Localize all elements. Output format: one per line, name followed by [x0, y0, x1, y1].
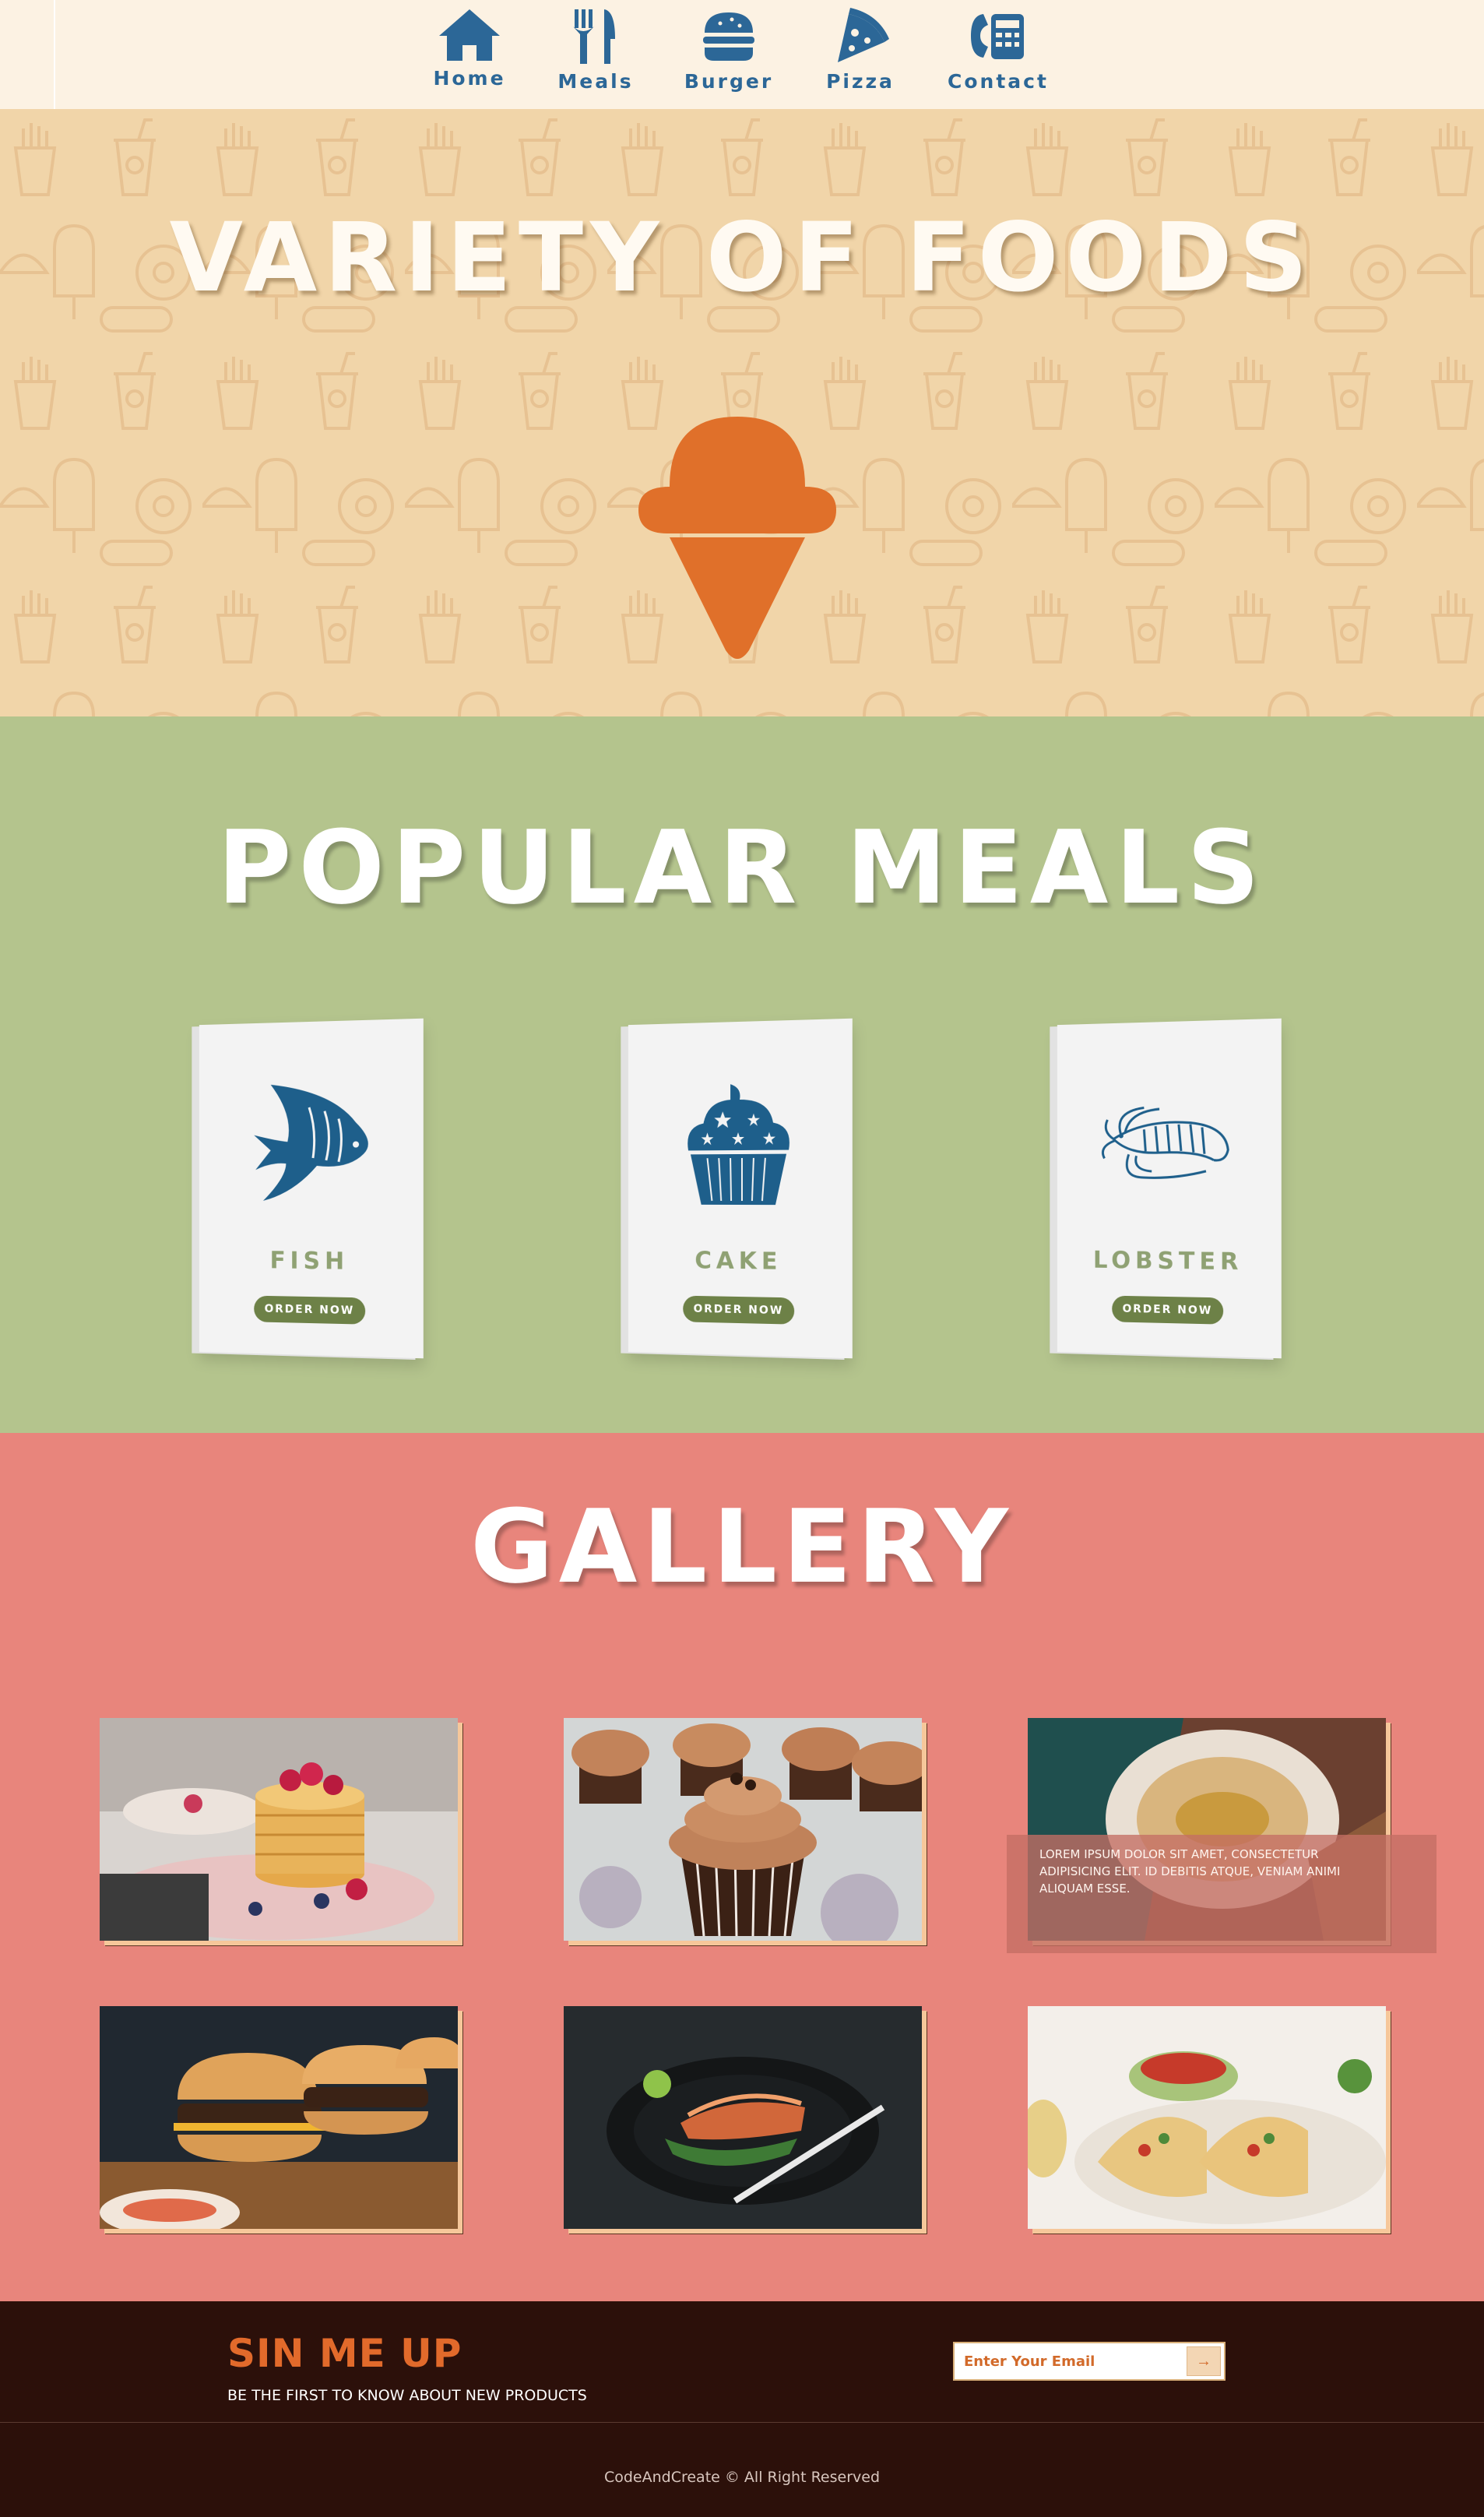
footer-divider: [0, 2422, 1484, 2423]
order-now-button[interactable]: ORDER NOW: [683, 1295, 795, 1325]
copyright-text: CodeAndCreate © All Right Reserved: [603, 2469, 881, 2486]
utensils-icon: [573, 9, 615, 64]
email-input[interactable]: [955, 2343, 1182, 2379]
home-icon: [439, 9, 500, 61]
gallery-section: GALLERY LOREM IPSUM DOLOR SIT AMET, CONS…: [0, 1433, 1484, 2301]
nav-label-meals: Meals: [557, 70, 634, 93]
nav-label-burger: Burger: [684, 70, 774, 93]
nav-item-contact[interactable]: Contact: [940, 0, 1057, 109]
nav-item-burger[interactable]: Burger: [670, 0, 787, 109]
nav-label-pizza: Pizza: [826, 70, 895, 93]
gallery-photo-pancakes[interactable]: [100, 1718, 458, 1941]
nav-item-meals[interactable]: Meals: [537, 0, 654, 109]
meal-card-name: CAKE: [695, 1247, 782, 1276]
meal-card-name: FISH: [269, 1247, 350, 1276]
ice-cream-icon: [638, 417, 836, 659]
lobster-icon: [1099, 1075, 1238, 1216]
nav-item-home[interactable]: Home: [411, 0, 528, 109]
gallery-photo-burgers[interactable]: [100, 2006, 458, 2229]
order-now-button[interactable]: ORDER NOW: [254, 1295, 366, 1325]
gallery-photo-tacos[interactable]: [1028, 2006, 1386, 2229]
popular-meals-title: POPULAR MEALS: [217, 808, 1267, 927]
gallery-photo-salmon[interactable]: [564, 2006, 922, 2229]
gallery-title: GALLERY: [470, 1487, 1014, 1606]
fish-icon: [254, 1082, 368, 1202]
hero-title: VARIETY OF FOODS: [169, 202, 1315, 313]
footer: SIN ME UP BE THE FIRST TO KNOW ABOUT NEW…: [0, 2301, 1484, 2517]
nav-label-contact: Contact: [948, 70, 1049, 93]
phone-icon: [971, 14, 1024, 59]
email-submit-button[interactable]: →: [1187, 2346, 1221, 2376]
signup-subtitle: BE THE FIRST TO KNOW ABOUT NEW PRODUCTS: [227, 2387, 587, 2404]
nav-item-pizza[interactable]: Pizza: [802, 0, 919, 109]
email-signup-form: →: [953, 2342, 1226, 2381]
signup-title: SIN ME UP: [227, 2331, 462, 2376]
meal-card-lobster: LOBSTER ORDER NOW: [1057, 1018, 1282, 1359]
gallery-photo-cupcakes[interactable]: [564, 1718, 922, 1941]
order-now-button[interactable]: ORDER NOW: [1112, 1295, 1224, 1325]
gallery-overlay-text: LOREM IPSUM DOLOR SIT AMET, CONSECTETUR …: [1039, 1847, 1341, 1896]
cupcake-icon: [687, 1082, 789, 1206]
pizza-icon: [838, 8, 889, 62]
nav-label-home: Home: [433, 67, 506, 90]
gallery-hover-overlay: LOREM IPSUM DOLOR SIT AMET, CONSECTETUR …: [1007, 1835, 1437, 1953]
meal-card-cake: CAKE ORDER NOW: [628, 1018, 853, 1359]
meal-card-name: LOBSTER: [1092, 1247, 1243, 1276]
popular-meals-section: POPULAR MEALS FISH ORDER NOW CAKE ORDER …: [0, 716, 1484, 1433]
burger-icon: [703, 12, 754, 61]
top-navigation: Home Meals Burger Pizza Contact: [0, 0, 1484, 165]
meal-card-fish: FISH ORDER NOW: [199, 1018, 424, 1359]
hero-section: VARIETY OF FOODS: [0, 109, 1484, 716]
